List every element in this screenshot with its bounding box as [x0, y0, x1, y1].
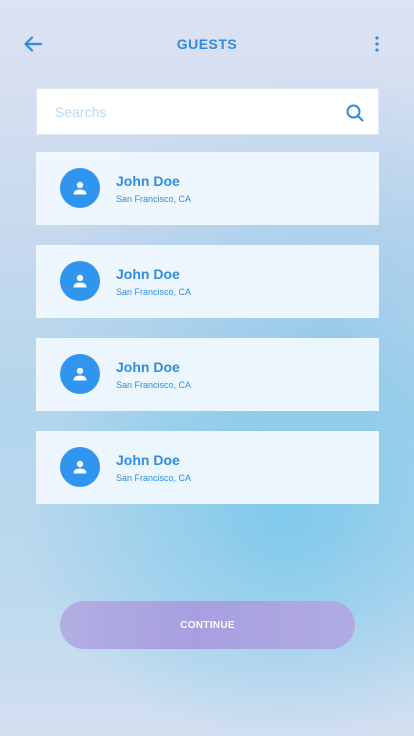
- person-icon: [73, 274, 87, 288]
- avatar: [60, 261, 100, 301]
- guest-list: John Doe San Francisco, CA John Doe San …: [36, 152, 379, 524]
- avatar: [60, 168, 100, 208]
- guest-name: John Doe: [116, 266, 180, 282]
- guest-location: San Francisco, CA: [116, 380, 192, 390]
- avatar: [60, 354, 100, 394]
- header: GUESTS: [0, 0, 414, 88]
- search-icon[interactable]: [345, 103, 365, 123]
- search-input[interactable]: [55, 89, 335, 134]
- person-icon: [73, 181, 87, 195]
- guest-card[interactable]: John Doe San Francisco, CA: [36, 245, 379, 318]
- guest-location: San Francisco, CA: [116, 473, 192, 483]
- more-vertical-icon: [375, 36, 379, 52]
- guest-location: San Francisco, CA: [116, 194, 192, 204]
- person-icon: [73, 367, 87, 381]
- guest-card[interactable]: John Doe San Francisco, CA: [36, 152, 379, 225]
- person-icon: [73, 460, 87, 474]
- more-options-button[interactable]: [367, 32, 387, 56]
- guest-name: John Doe: [116, 452, 180, 468]
- search-bar: [36, 88, 379, 135]
- guest-location: San Francisco, CA: [116, 287, 192, 297]
- guest-name: John Doe: [116, 173, 180, 189]
- page-title: GUESTS: [176, 36, 238, 52]
- guest-name: John Doe: [116, 359, 180, 375]
- avatar: [60, 447, 100, 487]
- guest-card[interactable]: John Doe San Francisco, CA: [36, 431, 379, 504]
- continue-button[interactable]: CONTINUE: [60, 601, 355, 649]
- guest-card[interactable]: John Doe San Francisco, CA: [36, 338, 379, 411]
